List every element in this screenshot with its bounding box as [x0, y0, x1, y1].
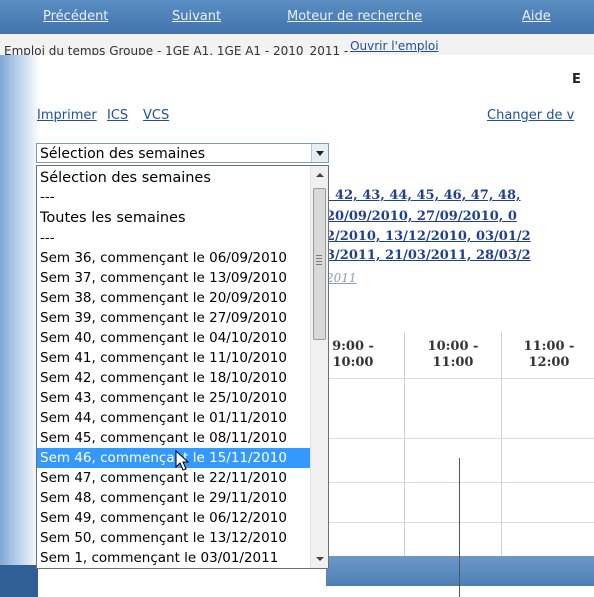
timetable-header-cell: 10:00 - 11:00 — [427, 339, 479, 370]
week-dates-row-2[interactable]: 2/2010, 13/12/2010, 03/01/2 — [326, 229, 531, 244]
timetable-row-line — [326, 378, 594, 379]
dropdown-option[interactable]: Sem 43, commençant le 25/10/2010 — [37, 388, 312, 408]
ics-link[interactable]: ICS — [107, 108, 128, 123]
dropdown-option[interactable]: Sem 41, commençant le 11/10/2010 — [37, 348, 312, 368]
dropdown-option[interactable]: Sem 45, commençant le 08/11/2010 — [37, 428, 312, 448]
week-select-dropdown[interactable]: Sélection des semaines --- Toutes les se… — [36, 165, 329, 569]
mouse-cursor-icon — [175, 450, 190, 471]
timetable-row-line — [326, 438, 594, 439]
scroll-up-button[interactable] — [312, 167, 327, 183]
dropdown-option[interactable]: --- — [37, 187, 312, 207]
dropdown-arrow-button[interactable] — [311, 144, 328, 162]
open-schedule-link[interactable]: Ouvrir l'emploi — [350, 39, 439, 53]
scrollbar-grip-icon — [316, 255, 322, 265]
timetable-grid: 9:00 - 10:00 10:00 - 11:00 11:00 - 12:00 — [326, 332, 594, 580]
dropdown-option[interactable]: Sélection des semaines — [37, 168, 312, 188]
dropdown-option[interactable]: Sem 1, commençant le 03/01/2011 — [37, 548, 312, 568]
week-select-value: Sélection des semaines — [40, 146, 206, 162]
change-view-link[interactable]: Changer de v — [487, 108, 574, 123]
timetable-column-line — [404, 332, 405, 580]
dropdown-scrollbar[interactable] — [310, 166, 328, 568]
timetable-column-line — [501, 332, 502, 580]
chevron-down-icon — [316, 151, 324, 156]
dropdown-option[interactable]: Sem 50, commençant le 13/12/2010 — [37, 528, 312, 548]
dropdown-option[interactable]: Sem 36, commençant le 06/09/2010 — [37, 248, 312, 268]
dropdown-option[interactable]: Sem 40, commençant le 04/10/2010 — [37, 328, 312, 348]
timetable-row-line — [326, 482, 594, 483]
page-title: Emploi du temps Groupe - 1GE A1, 1GE A1 … — [4, 44, 353, 55]
dropdown-option[interactable]: Sem 39, commençant le 27/09/2010 — [37, 308, 312, 328]
top-nav-bar: Précédent Suivant Moteur de recherche Ai… — [0, 0, 594, 34]
dropdown-option[interactable]: Sem 42, commençant le 18/10/2010 — [37, 368, 312, 388]
dropdown-option[interactable]: Sem 48, commençant le 29/11/2010 — [37, 488, 312, 508]
week-dates-row-3[interactable]: 3/2011, 21/03/2011, 28/03/2 — [326, 248, 531, 263]
left-bottom-strip — [0, 565, 38, 597]
dropdown-option[interactable]: Toutes les semaines — [37, 208, 312, 228]
nav-previous-link[interactable]: Précédent — [43, 9, 108, 24]
dropdown-option[interactable]: Sem 44, commençant le 01/11/2010 — [37, 408, 312, 428]
week-dates-row-4: 2011 — [326, 271, 357, 285]
timetable-row-line — [326, 522, 594, 523]
print-link[interactable]: Imprimer — [37, 108, 97, 123]
scroll-up-arrow-icon — [316, 173, 324, 177]
scroll-down-arrow-icon — [316, 557, 324, 561]
page-header: Emploi du temps Groupe - 1GE A1, 1GE A1 … — [0, 34, 594, 55]
heading-fragment: E — [572, 72, 581, 87]
nav-help-link[interactable]: Aide — [522, 9, 551, 24]
week-dates-row-1[interactable]: 20/09/2010, 27/09/2010, 0 — [326, 209, 517, 224]
timetable-header-cell: 11:00 - 12:00 — [523, 339, 575, 370]
vcs-link[interactable]: VCS — [143, 108, 169, 123]
dropdown-option[interactable]: Sem 37, commençant le 13/09/2010 — [37, 268, 312, 288]
dropdown-option[interactable]: Sem 38, commençant le 20/09/2010 — [37, 288, 312, 308]
dropdown-option[interactable]: Sem 49, commençant le 06/12/2010 — [37, 508, 312, 528]
scroll-down-button[interactable] — [312, 551, 327, 567]
week-select[interactable]: Sélection des semaines — [36, 143, 329, 163]
nav-search-link[interactable]: Moteur de recherche — [287, 9, 422, 24]
scrollbar-thumb[interactable] — [313, 188, 326, 340]
nav-next-link[interactable]: Suivant — [172, 9, 221, 24]
dropdown-option[interactable]: --- — [37, 228, 312, 248]
week-numbers-row[interactable]: , 42, 43, 44, 45, 46, 47, 48, — [326, 188, 521, 203]
vertical-divider — [459, 458, 460, 597]
timetable-footer-strip — [326, 556, 594, 586]
